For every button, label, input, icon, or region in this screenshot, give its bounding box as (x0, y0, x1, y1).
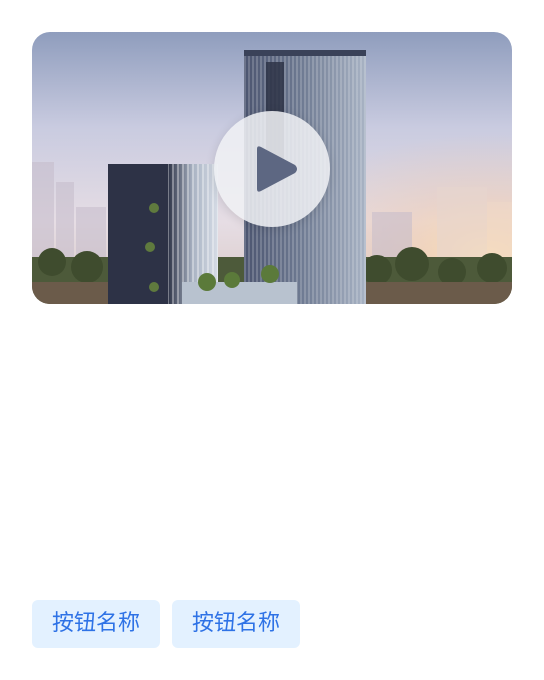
button-group: 按钮名称 按钮名称 (32, 600, 300, 648)
action-button-1[interactable]: 按钮名称 (32, 600, 160, 648)
action-button-2[interactable]: 按钮名称 (172, 600, 300, 648)
page: 按钮名称 按钮名称 (0, 0, 544, 680)
play-icon (257, 146, 297, 192)
video-player[interactable] (32, 32, 512, 304)
play-button[interactable] (214, 111, 330, 227)
